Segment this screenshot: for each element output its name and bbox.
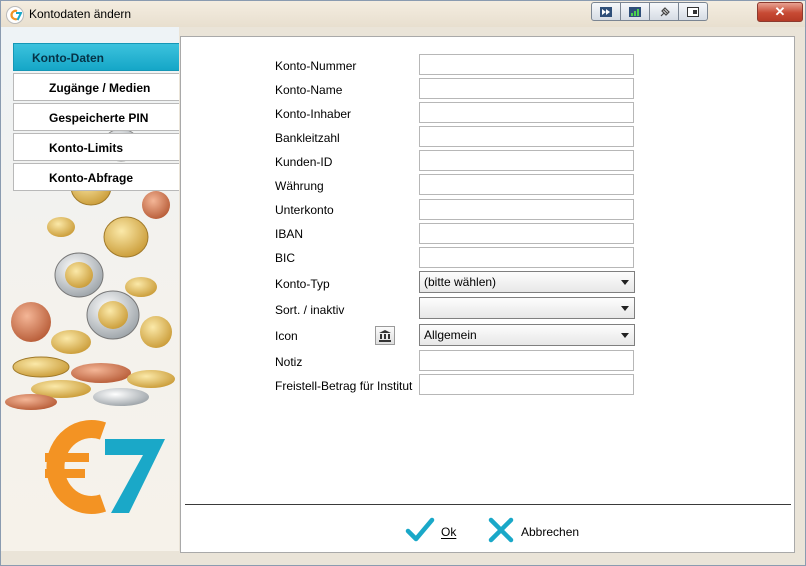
- chevron-down-icon: [621, 333, 629, 338]
- bankleitzahl-input[interactable]: [419, 126, 634, 147]
- bank-icon: [379, 330, 391, 342]
- label-notiz: Notiz: [275, 355, 303, 369]
- label-unterkonto: Unterkonto: [275, 203, 334, 217]
- pin-button[interactable]: [650, 2, 679, 21]
- freistell-betrag-input[interactable]: [419, 374, 634, 395]
- chevron-down-icon: [621, 306, 629, 311]
- bic-input[interactable]: [419, 247, 634, 268]
- icon-select[interactable]: Allgemein: [419, 324, 635, 346]
- icon-picker-button[interactable]: [375, 326, 395, 345]
- checkmark-icon: [405, 517, 435, 542]
- app-logo-icon: [6, 6, 24, 24]
- icon-selected: Allgemein: [424, 328, 477, 342]
- konto-typ-select[interactable]: (bitte wählen): [419, 271, 635, 293]
- sidebar: Konto-Daten Zugänge / Medien Gespeichert…: [1, 27, 179, 551]
- label-waehrung: Währung: [275, 179, 324, 193]
- form-panel: Konto-Nummer Konto-Name Konto-Inhaber Ba…: [180, 36, 795, 553]
- konto-name-input[interactable]: [419, 78, 634, 99]
- close-x-icon: [488, 517, 514, 543]
- label-iban: IBAN: [275, 227, 304, 241]
- label-freistell-betrag: Freistell-Betrag für Institut: [275, 379, 413, 393]
- footer-divider: [185, 504, 791, 505]
- ok-button[interactable]: Ok: [405, 513, 465, 547]
- iban-input[interactable]: [419, 223, 634, 244]
- cancel-button[interactable]: Abbrechen: [485, 513, 595, 547]
- label-icon: Icon: [275, 329, 298, 343]
- label-konto-inhaber: Konto-Inhaber: [275, 107, 352, 121]
- tab-list: Konto-Daten Zugänge / Medien Gespeichert…: [13, 43, 179, 193]
- label-kunden-id: Kunden-ID: [275, 155, 333, 169]
- notiz-input[interactable]: [419, 350, 634, 371]
- chevron-down-icon: [621, 280, 629, 285]
- title-bar: Kontodaten ändern ✕: [1, 1, 805, 27]
- dialog-window: Kontodaten ändern ✕ Konto-Daten Zugänge …: [0, 0, 806, 566]
- signal-bars-icon: [629, 6, 641, 17]
- unterkonto-input[interactable]: [419, 199, 634, 220]
- label-konto-typ: Konto-Typ: [275, 277, 330, 291]
- title-tool-buttons: [591, 2, 708, 21]
- label-sort-inaktiv: Sort. / inaktiv: [275, 303, 345, 317]
- tab-zugaenge-medien[interactable]: Zugänge / Medien: [13, 73, 179, 101]
- fast-forward-icon: [600, 6, 612, 17]
- ok-label: Ok: [441, 525, 457, 539]
- tab-gespeicherte-pin[interactable]: Gespeicherte PIN: [13, 103, 179, 131]
- close-button[interactable]: ✕: [757, 2, 803, 22]
- tab-konto-abfrage[interactable]: Konto-Abfrage: [13, 163, 179, 191]
- label-konto-nummer: Konto-Nummer: [275, 59, 357, 73]
- label-bankleitzahl: Bankleitzahl: [275, 131, 340, 145]
- konto-nummer-input[interactable]: [419, 54, 634, 75]
- tab-konto-limits[interactable]: Konto-Limits: [13, 133, 179, 161]
- window-mode-button[interactable]: [679, 2, 708, 21]
- window-title: Kontodaten ändern: [29, 7, 132, 21]
- sort-inaktiv-select[interactable]: [419, 297, 635, 319]
- cancel-label: Abbrechen: [521, 525, 580, 539]
- label-bic: BIC: [275, 251, 296, 265]
- fast-forward-button[interactable]: [591, 2, 621, 21]
- euro7-logo-icon: [45, 420, 165, 514]
- waehrung-input[interactable]: [419, 174, 634, 195]
- window-mode-icon: [687, 6, 699, 17]
- signal-button[interactable]: [621, 2, 650, 21]
- konto-inhaber-input[interactable]: [419, 102, 634, 123]
- label-konto-name: Konto-Name: [275, 83, 343, 97]
- pin-icon: [658, 6, 670, 17]
- kunden-id-input[interactable]: [419, 150, 634, 171]
- konto-typ-selected: (bitte wählen): [424, 275, 497, 289]
- tab-konto-daten[interactable]: Konto-Daten: [13, 43, 179, 71]
